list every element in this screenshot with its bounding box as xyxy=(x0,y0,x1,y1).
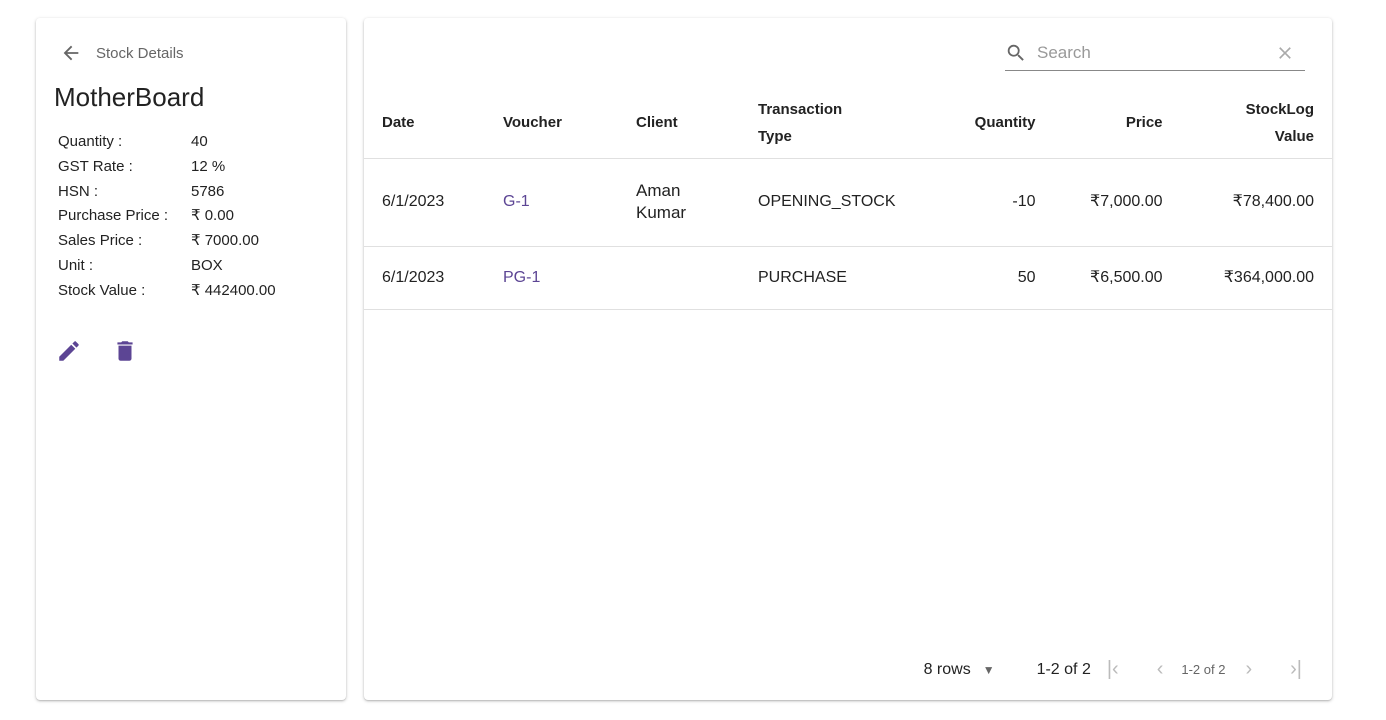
stock-details-panel: Stock Details MotherBoard Quantity : 40 GS… xyxy=(36,18,346,700)
cell-quantity: 50 xyxy=(913,246,1054,310)
back-label: Stock Details xyxy=(96,44,184,62)
col-price[interactable]: Price xyxy=(1053,88,1181,159)
prev-page-icon[interactable]: ‹ xyxy=(1157,658,1164,681)
rows-per-page-select[interactable]: 8 rows ▼ xyxy=(924,661,995,679)
clear-icon[interactable] xyxy=(1275,43,1295,63)
page-range-small: 1-2 of 2 xyxy=(1181,662,1226,677)
pagination: 8 rows ▼ 1-2 of 2 |‹ ‹ 1-2 of 2 › ›| xyxy=(924,658,1302,681)
detail-row: Unit : BOX xyxy=(58,254,276,279)
dropdown-arrow-icon: ▼ xyxy=(982,662,995,677)
detail-row: Sales Price : ₹ 7000.00 xyxy=(58,229,276,254)
table-row[interactable]: 6/1/2023 PG-1 PURCHASE 50 ₹6,500.00 ₹364… xyxy=(364,246,1332,310)
search-field[interactable] xyxy=(1005,36,1305,71)
cell-price: ₹6,500.00 xyxy=(1053,246,1181,310)
cell-client xyxy=(618,246,740,310)
next-page-icon[interactable]: › xyxy=(1245,658,1252,681)
col-transaction-type[interactable]: Transaction Type xyxy=(740,88,914,159)
detail-row: Stock Value : ₹ 442400.00 xyxy=(58,279,276,304)
detail-row: Quantity : 40 xyxy=(58,130,276,155)
detail-row: HSN : 5786 xyxy=(58,180,276,205)
cell-price: ₹7,000.00 xyxy=(1053,158,1181,247)
col-client[interactable]: Client xyxy=(618,88,740,159)
col-quantity[interactable]: Quantity xyxy=(913,88,1054,159)
detail-label: Purchase Price : xyxy=(58,207,169,225)
cell-value: ₹364,000.00 xyxy=(1180,246,1332,310)
search-input[interactable] xyxy=(1037,43,1275,63)
last-page-icon[interactable]: ›| xyxy=(1290,658,1302,681)
cell-value: ₹78,400.00 xyxy=(1180,158,1332,247)
detail-label: Unit : xyxy=(58,256,94,274)
detail-label: GST Rate : xyxy=(58,157,133,175)
cell-quantity: -10 xyxy=(913,158,1054,247)
detail-value: ₹ 0.00 xyxy=(191,207,234,225)
table-row[interactable]: 6/1/2023 G-1 Aman Kumar OPENING_STOCK -1… xyxy=(364,158,1332,247)
col-stocklog-value[interactable]: StockLog Value xyxy=(1180,88,1332,159)
voucher-link[interactable]: PG-1 xyxy=(485,246,618,310)
edit-icon[interactable] xyxy=(56,338,82,364)
first-page-icon[interactable]: |‹ xyxy=(1107,658,1119,681)
detail-value: BOX xyxy=(191,256,223,274)
cell-date: 6/1/2023 xyxy=(364,158,485,247)
stock-log-table: Date Voucher Client Transaction Type Qua… xyxy=(364,88,1332,310)
detail-value: ₹ 7000.00 xyxy=(191,232,259,250)
detail-label: Quantity : xyxy=(58,133,123,150)
detail-label: HSN : xyxy=(58,182,99,200)
detail-value: 12 % xyxy=(191,157,226,175)
rows-per-page-label: 8 rows xyxy=(923,660,971,678)
cell-date: 6/1/2023 xyxy=(364,246,485,310)
detail-row: Purchase Price : ₹ 0.00 xyxy=(58,204,276,229)
arrow-back-icon xyxy=(63,45,79,61)
back-button[interactable]: Stock Details xyxy=(60,42,184,64)
details-list: Quantity : 40 GST Rate : 12 % HSN : 5786 Purch… xyxy=(58,130,276,304)
detail-label: Stock Value : xyxy=(58,281,146,299)
cell-type: OPENING_STOCK xyxy=(740,158,914,247)
col-date[interactable]: Date xyxy=(364,88,485,159)
search-icon xyxy=(1007,44,1024,61)
col-voucher[interactable]: Voucher xyxy=(485,88,618,159)
item-title: MotherBoard xyxy=(54,82,205,112)
detail-value: ₹ 442400.00 xyxy=(191,281,276,299)
voucher-link[interactable]: G-1 xyxy=(485,158,618,247)
stock-log-panel: Date Voucher Client Transaction Type Qua… xyxy=(364,18,1332,700)
delete-icon[interactable] xyxy=(112,338,138,364)
page-range: 1-2 of 2 xyxy=(1036,660,1091,678)
cell-client: Aman Kumar xyxy=(618,158,740,247)
detail-row: GST Rate : 12 % xyxy=(58,155,276,180)
detail-value: 5786 xyxy=(191,182,225,200)
detail-value: 40 xyxy=(191,133,208,150)
detail-label: Sales Price : xyxy=(58,232,143,250)
cell-type: PURCHASE xyxy=(740,246,914,310)
